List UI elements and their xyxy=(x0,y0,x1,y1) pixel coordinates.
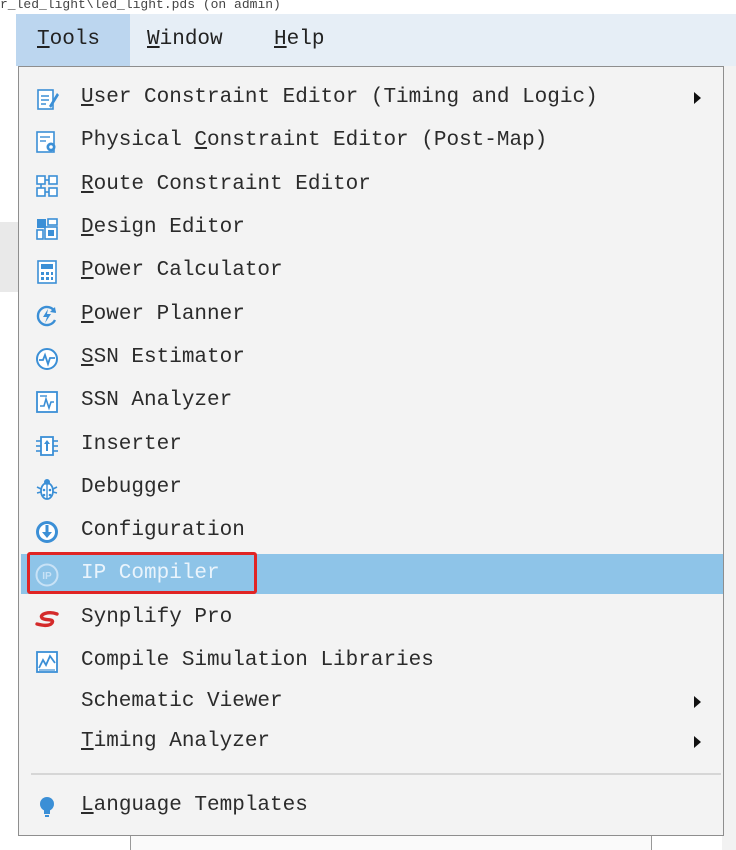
menu-item-route-constraint-editor[interactable]: Route Constraint Editor xyxy=(21,165,723,205)
background-editor-bottom xyxy=(130,836,652,850)
menu-help-rest: elp xyxy=(286,28,325,51)
menu-item-compile-simulation-libraries[interactable]: Compile Simulation Libraries xyxy=(21,641,723,681)
menu-item-label-rest: ser Constraint Editor (Timing and Logic) xyxy=(93,86,598,109)
menu-item-label-rest: esign Editor xyxy=(93,216,245,239)
tools-menu-dropdown: User Constraint Editor (Timing and Logic… xyxy=(18,66,724,836)
bug-icon xyxy=(35,477,59,501)
background-toolbar-left xyxy=(0,222,18,292)
menu-window-mnemonic: W xyxy=(147,28,160,51)
edit-doc-icon xyxy=(35,87,59,111)
menu-tools-rest: ools xyxy=(49,28,101,51)
menu-item-label-prefix: Physical xyxy=(81,129,195,152)
window-title-fragment: r_led_light\led_light.pds (on admin) xyxy=(0,0,281,12)
menu-tools[interactable]: Tools xyxy=(16,14,130,66)
menu-item-design-editor[interactable]: Design Editor xyxy=(21,208,723,248)
lightbulb-icon xyxy=(35,795,59,819)
menu-item-label: Inserter xyxy=(81,433,182,456)
simulation-chart-icon xyxy=(35,650,59,674)
menu-item-label: SSN Analyzer xyxy=(81,389,233,412)
menu-item-timing-analyzer[interactable]: Timing Analyzer xyxy=(21,722,723,762)
background-panel-left xyxy=(0,66,18,850)
menu-tools-mnemonic: T xyxy=(37,28,50,51)
menu-item-power-calculator[interactable]: Power Calculator xyxy=(21,251,723,291)
submenu-arrow-icon xyxy=(694,92,701,104)
chart-analyzer-icon xyxy=(35,390,59,414)
menu-item-mnemonic: D xyxy=(81,216,94,239)
submenu-arrow-icon xyxy=(694,696,701,708)
inserter-icon xyxy=(35,434,59,458)
menu-item-label-rest: iming Analyzer xyxy=(93,730,271,753)
menu-item-inserter[interactable]: Inserter xyxy=(21,425,723,465)
power-planner-icon xyxy=(35,304,59,328)
route-grid-icon xyxy=(35,174,59,198)
calculator-icon xyxy=(35,260,59,284)
menu-window-rest: indow xyxy=(159,28,223,51)
menu-item-label: Synplify Pro xyxy=(81,606,233,629)
download-circle-icon xyxy=(35,520,59,544)
annotation-highlight-box xyxy=(27,552,257,594)
menu-item-label: Configuration xyxy=(81,519,245,542)
menu-help-mnemonic: H xyxy=(274,28,287,51)
menubar: Tools Window Help xyxy=(16,14,736,67)
menu-item-mnemonic: P xyxy=(81,259,94,282)
menu-item-label: Schematic Viewer xyxy=(81,690,283,713)
background-panel-right xyxy=(722,66,736,850)
menu-item-user-constraint-editor[interactable]: User Constraint Editor (Timing and Logic… xyxy=(21,78,723,118)
menu-item-ssn-estimator[interactable]: SSN Estimator xyxy=(21,338,723,378)
menu-item-configuration[interactable]: Configuration xyxy=(21,511,723,551)
menu-item-mnemonic: S xyxy=(81,346,94,369)
design-editor-icon xyxy=(35,217,59,241)
menu-item-language-templates[interactable]: Language Templates xyxy=(21,786,723,826)
menu-item-synplify-pro[interactable]: Synplify Pro xyxy=(21,598,723,638)
doc-gear-icon xyxy=(35,130,59,154)
menu-item-schematic-viewer[interactable]: Schematic Viewer xyxy=(21,682,723,722)
synplify-logo-icon xyxy=(35,607,59,631)
menu-separator xyxy=(31,773,721,775)
submenu-arrow-icon xyxy=(694,736,701,748)
menu-item-label-rest: anguage Templates xyxy=(93,794,308,817)
menu-item-mnemonic: C xyxy=(194,129,208,152)
menu-item-label: Debugger xyxy=(81,476,182,499)
menu-item-mnemonic: R xyxy=(81,173,94,196)
menu-item-label-rest: oute Constraint Editor xyxy=(93,173,371,196)
menu-help[interactable]: Help xyxy=(274,14,324,66)
menu-item-mnemonic: P xyxy=(81,303,94,326)
menu-item-mnemonic: L xyxy=(81,794,94,817)
menu-item-label-rest: onstraint Editor (Post-Map) xyxy=(207,129,548,152)
menu-item-power-planner[interactable]: Power Planner xyxy=(21,295,723,335)
waveform-circle-icon xyxy=(35,347,59,371)
menu-item-label-rest: SN Estimator xyxy=(93,346,245,369)
menu-item-ssn-analyzer[interactable]: SSN Analyzer xyxy=(21,381,723,421)
menu-item-label: Compile Simulation Libraries xyxy=(81,649,434,672)
menu-item-debugger[interactable]: Debugger xyxy=(21,468,723,508)
menu-item-label-rest: ower Calculator xyxy=(93,259,283,282)
menu-item-mnemonic: T xyxy=(81,730,94,753)
menu-window[interactable]: Window xyxy=(147,14,223,66)
menu-item-physical-constraint-editor[interactable]: Physical Constraint Editor (Post-Map) xyxy=(21,121,723,161)
menu-item-mnemonic: U xyxy=(81,86,94,109)
menu-item-label-rest: ower Planner xyxy=(93,303,245,326)
